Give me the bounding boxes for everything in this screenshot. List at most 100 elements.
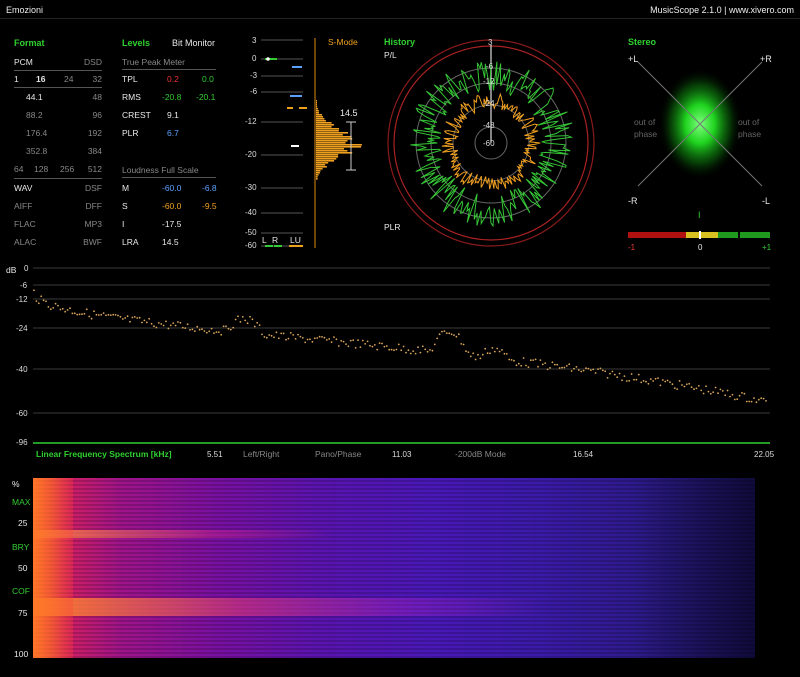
spectrum-dot <box>40 295 43 298</box>
spectrum-dot <box>333 336 335 338</box>
history-ring--12: -12 <box>483 77 495 86</box>
spectrum-dot <box>37 302 40 305</box>
spectrum-dot <box>414 352 417 355</box>
spectrum-dot <box>177 321 179 323</box>
meter-scale--3: -3 <box>250 71 258 80</box>
spectrum-dot <box>421 345 424 348</box>
spectrum-dot <box>397 343 400 346</box>
dsd-512: 512 <box>87 164 102 174</box>
app-version-link[interactable]: MusicScope 2.1.0 | www.xivero.com <box>650 5 794 15</box>
spectrum-dot <box>469 355 472 358</box>
spectrogram-cof: COF <box>12 586 30 596</box>
spectrum-dot <box>42 299 45 302</box>
spectrum-dot <box>97 314 100 316</box>
bit-monitor-label[interactable]: Bit Monitor <box>172 38 215 48</box>
histogram-bar <box>316 140 348 142</box>
spectrum-y--24: -24 <box>16 324 28 333</box>
spectrum-dot <box>352 339 355 342</box>
spectrum-dot <box>558 367 561 369</box>
spectrum-dot <box>100 313 103 316</box>
histogram-bar <box>316 164 326 166</box>
spectrum-dot <box>671 383 674 386</box>
left-right-toggle[interactable]: Left/Right <box>243 449 279 459</box>
spectrum-dot <box>330 341 333 343</box>
meter-scale--30: -30 <box>245 183 257 192</box>
spectrum-dot <box>479 357 482 360</box>
spectrum-dot <box>522 357 525 359</box>
spectrum-dot <box>45 300 47 303</box>
histogram-bar <box>316 108 318 110</box>
container-left: WAV <box>14 183 33 193</box>
spectrum-dot <box>217 331 220 333</box>
histogram-bar <box>316 152 353 154</box>
pano-phase-toggle[interactable]: Pano/Phase <box>315 449 361 459</box>
loudness-title: Loudness Full Scale <box>122 165 199 175</box>
spectrum-dot <box>438 333 441 336</box>
spectrum-dot <box>378 342 381 344</box>
spectrum-dot <box>635 378 638 381</box>
spectrum-dot <box>733 398 736 401</box>
spectrum-dot <box>64 310 67 313</box>
spectrum-dot <box>316 337 319 339</box>
channel-r-label: R <box>272 235 279 245</box>
spectrum-dot <box>721 390 724 392</box>
dsd-256: 256 <box>60 164 75 174</box>
dsd-rate-row: 64 128 256 512 <box>14 164 102 176</box>
spectrum-dot <box>630 373 633 375</box>
bitdepth-32: 32 <box>92 74 102 84</box>
spectrogram-50: 50 <box>18 563 28 573</box>
spectrum-dot <box>395 348 398 351</box>
spectrum-dot <box>189 329 191 331</box>
spectrum-dot <box>441 330 443 333</box>
spectrum-dot <box>493 350 496 353</box>
history-ring--60: -60 <box>483 139 495 148</box>
spectrum-dot <box>515 364 518 367</box>
spectrum-dot <box>750 400 753 403</box>
spectrum-dot <box>213 332 215 334</box>
spectrum-dot <box>505 353 508 355</box>
container-right: BWF <box>83 237 102 247</box>
spectrum-dot <box>354 347 357 349</box>
spectrum-dot <box>532 359 535 361</box>
spectrum-dot <box>606 377 609 379</box>
spectrum-dot <box>385 345 388 347</box>
histogram-bar <box>316 146 362 148</box>
histogram-bar <box>316 114 323 116</box>
spectrum-dot <box>311 340 314 343</box>
rate-dsd: 96 <box>92 110 102 120</box>
histogram-bar <box>316 132 348 134</box>
spectrum-dot <box>407 349 410 352</box>
spectrum-dot <box>76 313 79 316</box>
spectrum-dot <box>301 337 304 339</box>
spectrum-dot <box>753 397 755 399</box>
spectrum-dot <box>501 349 503 351</box>
200db-mode-toggle[interactable]: -200dB Mode <box>455 449 506 459</box>
loudness-left-value: -17.5 <box>162 219 182 229</box>
spectrum-dot <box>719 388 722 391</box>
spectrum-dot <box>537 365 539 368</box>
container-row: ALAC BWF <box>14 237 102 249</box>
spectrum-dot <box>337 345 340 347</box>
spectrum-dot <box>345 343 347 345</box>
spectrum-dot <box>645 380 647 383</box>
spectrum-dot <box>496 347 499 350</box>
spectrum-dot <box>393 349 395 352</box>
spectrum-dot <box>517 362 520 365</box>
spectrogram-75: 75 <box>18 608 28 618</box>
rate-row: 44.1 48 <box>14 92 102 104</box>
spectrum-dot <box>143 319 146 322</box>
s-mode-toggle[interactable]: S-Mode <box>328 37 358 47</box>
spectrum-dot <box>553 363 556 366</box>
history-ring-3: 3 <box>488 38 493 47</box>
spectrum-dot <box>196 325 199 328</box>
spectrum-dot <box>328 338 331 340</box>
spectrum-dot <box>215 331 218 333</box>
spectrum-dot <box>357 339 359 341</box>
spectrum-dot <box>52 307 55 309</box>
spectrum-dot <box>126 315 129 318</box>
spectrum-x-22.05: 22.05 <box>754 450 775 459</box>
true-peak-title: True Peak Meter <box>122 57 185 67</box>
spectrum-dot <box>148 317 151 320</box>
histogram-bar <box>316 136 352 138</box>
spectrum-dot <box>633 378 635 381</box>
